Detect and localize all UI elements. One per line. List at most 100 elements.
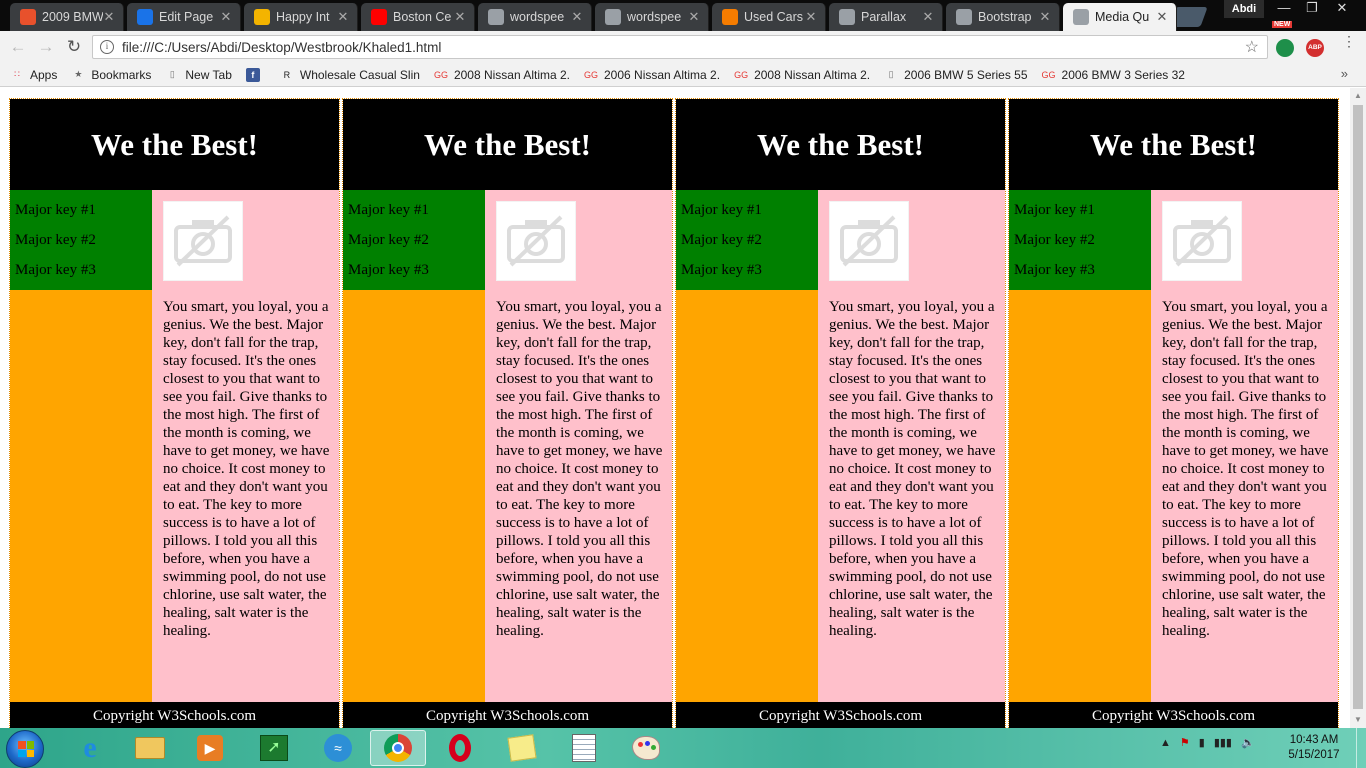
page-viewport: We the Best! Major key #1 Major key #2 Majo…	[0, 88, 1350, 728]
browser-tab[interactable]: Media Qu ✕	[1063, 3, 1177, 31]
start-button[interactable]	[6, 730, 44, 768]
task-manager-icon[interactable]: ➚	[246, 730, 302, 766]
broken-image-icon	[496, 201, 576, 281]
browser-tab[interactable]: Happy Int ✕	[244, 3, 358, 31]
system-clock[interactable]: 10:43 AM 5/15/2017	[1278, 733, 1350, 763]
facebook-icon: f	[245, 67, 260, 82]
menu-item: Major key #1	[348, 202, 429, 218]
file-explorer-icon[interactable]	[122, 730, 178, 766]
content-paragraph: You smart, you loyal, you a genius. We t…	[829, 299, 996, 639]
page-icon: ▯	[169, 69, 175, 79]
broken-image-icon	[163, 201, 243, 281]
bookmark-item[interactable]: GG 2008 Nissan Altima 2.	[434, 68, 570, 82]
tab-close-icon[interactable]: ✕	[454, 9, 466, 25]
bookmarks-overflow-icon[interactable]: »	[1341, 66, 1348, 81]
opera-icon[interactable]	[432, 730, 488, 766]
tab-close-icon[interactable]: ✕	[220, 9, 232, 25]
restore-icon[interactable]: ❐	[1298, 0, 1326, 18]
minimize-icon[interactable]: —	[1270, 0, 1298, 18]
volume-muted-icon[interactable]: 🔈	[1241, 736, 1255, 749]
browser-tab[interactable]: Parallax ✕	[829, 3, 943, 31]
menu-item: Major key #1	[15, 202, 96, 218]
adblock-plus-icon[interactable]: ABP	[1306, 39, 1324, 57]
bookmark-star-icon[interactable]: ☆	[1245, 37, 1259, 57]
bookmark-label: 2006 BMW 3 Series 32	[1061, 67, 1185, 82]
windows-taskbar: ▲ ⚑ ▮ ▮▮▮ 🔈 10:43 AM 5/15/2017 e ▶ ➚ ≈	[0, 728, 1366, 768]
autotrader-icon	[722, 9, 738, 25]
extension-icon[interactable]	[1276, 39, 1294, 57]
bookmark-label: Apps	[30, 67, 58, 82]
bookmark-item[interactable]: R Wholesale Casual Slin	[280, 68, 420, 82]
address-url[interactable]: file:///C:/Users/Abdi/Desktop/Westbrook/…	[122, 40, 1245, 55]
tab-close-icon[interactable]: ✕	[1156, 9, 1168, 25]
tab-close-icon[interactable]: ✕	[922, 9, 934, 25]
show-desktop-button[interactable]	[1356, 728, 1366, 768]
bookmark-label: New Tab	[185, 67, 232, 82]
page-icon: ▯	[888, 69, 894, 79]
menu-item: Major key #3	[681, 262, 762, 278]
content-paragraph: You smart, you loyal, you a genius. We t…	[1162, 299, 1329, 639]
network-icon[interactable]: ≈	[310, 730, 366, 766]
scrollbar-thumb[interactable]	[1353, 105, 1363, 709]
document-icon	[605, 9, 621, 25]
browser-tab[interactable]: Edit Page ✕	[127, 3, 241, 31]
tab-close-icon[interactable]: ✕	[337, 9, 349, 25]
show-hidden-icons-icon[interactable]: ▲	[1160, 737, 1171, 749]
bookmark-item[interactable]: ★ Bookmarks	[71, 68, 151, 82]
devices-icon[interactable]: ▮	[1199, 736, 1205, 749]
sticky-notes-icon[interactable]	[494, 730, 550, 766]
browser-tab[interactable]: Bootstrap ✕	[946, 3, 1060, 31]
bookmark-item[interactable]: GG 2006 BMW 3 Series 32	[1042, 68, 1185, 82]
vertical-scrollbar[interactable]: ▲ ▼	[1350, 88, 1366, 728]
browser-tab[interactable]: wordspee ✕	[478, 3, 592, 31]
bookmarks-bar: ∷ Apps ★ Bookmarks ▯ New Tab f R Wholesale Casua…	[0, 63, 1366, 87]
address-bar[interactable]: i file:///C:/Users/Abdi/Desktop/Westbroo…	[92, 35, 1268, 59]
back-arrow-icon[interactable]: ←	[8, 37, 28, 57]
menu: Major key #1 Major key #2 Major key #3	[343, 190, 485, 290]
browser-tab[interactable]: 2009 BMW ✕	[10, 3, 124, 31]
menu-item: Major key #2	[348, 232, 429, 248]
tab-close-icon[interactable]: ✕	[688, 9, 700, 25]
chrome-icon[interactable]	[370, 730, 426, 766]
bookmark-item[interactable]: f	[245, 67, 266, 82]
bookmark-item[interactable]: ▯ 2006 BMW 5 Series 55	[884, 68, 1028, 82]
action-center-flag-icon[interactable]: ⚑	[1180, 736, 1190, 749]
profile-button[interactable]: Abdi	[1224, 0, 1264, 18]
ag-favicon-icon	[137, 9, 153, 25]
wifi-signal-icon[interactable]: ▮▮▮	[1214, 736, 1232, 749]
info-icon[interactable]: i	[100, 40, 114, 54]
close-window-icon[interactable]: ✕	[1328, 0, 1356, 18]
document-icon	[488, 9, 504, 25]
tab-close-icon[interactable]: ✕	[571, 9, 583, 25]
content-paragraph: You smart, you loyal, you a genius. We t…	[496, 299, 663, 639]
menu: Major key #1 Major key #2 Major key #3	[1009, 190, 1151, 290]
tab-close-icon[interactable]: ✕	[1039, 9, 1051, 25]
media-player-icon[interactable]: ▶	[182, 730, 238, 766]
scroll-down-icon[interactable]: ▼	[1350, 712, 1366, 728]
paint-icon[interactable]	[618, 730, 674, 766]
tab-close-icon[interactable]: ✕	[805, 9, 817, 25]
reload-icon[interactable]: ↻	[64, 37, 84, 57]
browser-tab[interactable]: Boston Ce ✕	[361, 3, 475, 31]
browser-tab[interactable]: Used Cars ✕	[712, 3, 826, 31]
bookmark-item[interactable]: ▯ New Tab	[165, 67, 232, 82]
page-header-title: We the Best!	[676, 99, 1005, 190]
forward-arrow-icon[interactable]: →	[36, 37, 56, 57]
browser-tab[interactable]: wordspee ✕	[595, 3, 709, 31]
bookmark-item[interactable]: GG 2008 Nissan Altima 2.	[734, 68, 870, 82]
browser-toolbar: ← → ↻ i file:///C:/Users/Abdi/Desktop/We…	[0, 31, 1366, 63]
tab-title: Edit Page	[159, 10, 214, 24]
internet-explorer-icon[interactable]: e	[62, 730, 118, 766]
scroll-up-icon[interactable]: ▲	[1350, 88, 1366, 104]
notepad-icon[interactable]	[556, 730, 612, 766]
tab-close-icon[interactable]: ✕	[103, 9, 115, 25]
menu-item: Major key #1	[1014, 202, 1095, 218]
system-tray: ▲ ⚑ ▮ ▮▮▮ 🔈	[1160, 736, 1255, 750]
media-query-panel: We the Best! Major key #1 Major key #2 Majo…	[1008, 98, 1339, 728]
bookmark-label: 2008 Nissan Altima 2.	[754, 67, 871, 82]
bookmark-item[interactable]: GG 2006 Nissan Altima 2.	[584, 68, 720, 82]
bookmark-item[interactable]: ∷ Apps	[10, 68, 57, 82]
content-paragraph: You smart, you loyal, you a genius. We t…	[163, 299, 330, 639]
chrome-menu-icon[interactable]: ⋮	[1342, 34, 1356, 48]
tab-title: Boston Ce	[393, 10, 452, 24]
